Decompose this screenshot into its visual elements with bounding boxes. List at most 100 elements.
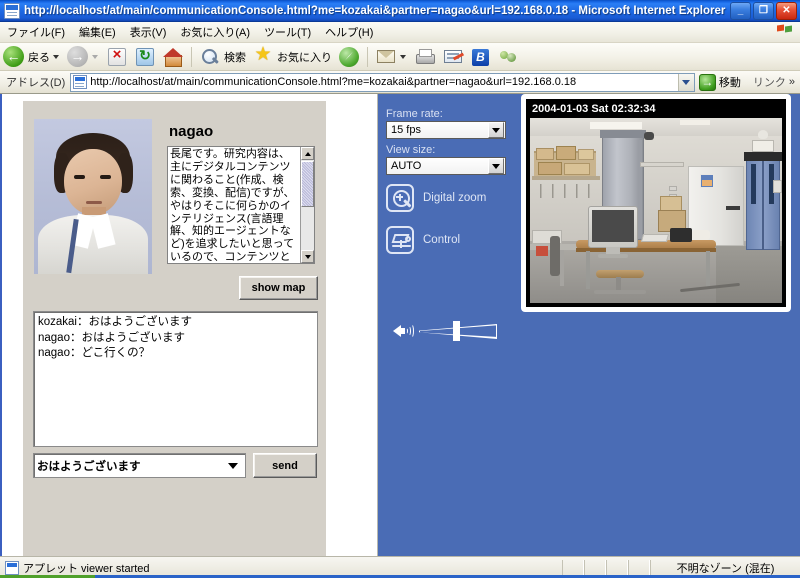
ie-page-icon [4,3,20,19]
message-compose-row: おはようございます send [33,453,318,478]
profile-section: nagao 長尾です。研究内容は、主にデジタルコンテンツに関わること(作成、検索… [34,119,318,279]
profile-bio-text: 長尾です。研究内容は、主にデジタルコンテンツに関わること(作成、検索、変換、配信… [170,148,300,264]
window-title: http://localhost/at/main/communicationCo… [24,5,730,17]
chevron-down-icon-forward[interactable] [92,55,98,59]
bio-scroll-up-button[interactable] [301,147,314,160]
links-label[interactable]: リンク [745,74,789,90]
page-content: nagao 長尾です。研究内容は、主にデジタルコンテンツに関わること(作成、検索… [0,94,800,556]
volume-slider-track[interactable] [419,323,497,339]
frame-rate-label: Frame rate: [386,108,443,120]
window-buttons: _ ❐ ✕ [730,2,797,20]
view-size-value: AUTO [391,160,488,172]
volume-slider-thumb[interactable] [453,321,460,341]
favorites-button[interactable]: お気に入り [249,45,335,69]
status-message: アプレット viewer started [23,560,562,576]
caret-down-icon [305,255,311,259]
restore-button[interactable]: ❐ [753,2,774,20]
menu-favorites[interactable]: お気に入り(A) [173,22,257,42]
caret-up-icon [305,152,311,156]
control-button[interactable]: Control [386,226,460,254]
messenger-people-icon [498,46,520,68]
home-button[interactable] [159,45,187,69]
digital-zoom-button[interactable]: Digital zoom [386,184,486,212]
status-cell-1 [562,560,584,576]
chevron-down-icon-address [682,80,690,85]
volume-control[interactable] [393,319,513,345]
favorites-label: お気に入り [277,49,332,65]
status-cell-3 [606,560,628,576]
menu-edit[interactable]: 編集(E) [72,22,123,42]
chat-log[interactable]: kozakai：おはようございます nagao：おはようございます nagao：… [33,311,318,447]
communication-applet-panel: nagao 長尾です。研究内容は、主にデジタルコンテンツに関わること(作成、検索… [22,100,326,556]
stop-icon [106,46,128,68]
bluetooth-icon [470,46,492,68]
toolbar-separator-2 [367,47,368,67]
view-size-label: View size: [386,144,435,156]
view-size-dropdown-button[interactable] [488,158,504,174]
go-button[interactable]: 移動 [695,74,745,91]
page-left-area: nagao 長尾です。研究内容は、主にデジタルコンテンツに関わること(作成、検索… [2,94,377,556]
menu-tools[interactable]: ツール(T) [257,22,318,42]
messenger-button[interactable] [495,45,523,69]
frame-rate-dropdown-button[interactable] [488,122,504,138]
status-cell-4 [628,560,650,576]
menu-file[interactable]: ファイル(F) [0,22,72,42]
message-select[interactable]: おはようございます [33,453,246,478]
chevron-down-icon-mail[interactable] [400,55,406,59]
back-label: 戻る [28,49,50,65]
bio-scrollbar[interactable] [300,147,314,263]
menu-view[interactable]: 表示(V) [123,22,174,42]
address-input[interactable]: http://localhost/at/main/communicationCo… [70,73,695,92]
address-dropdown-button[interactable] [678,74,694,91]
video-frame: 2004-01-03 Sat 02:32:34 [521,94,791,312]
status-cell-2 [584,560,606,576]
show-map-button[interactable]: show map [239,276,318,300]
camera-panel: Frame rate: 15 fps View size: AUTO Digit… [377,94,800,556]
edit-page-icon [442,46,464,68]
status-page-icon [5,561,19,575]
profile-details: nagao 長尾です。研究内容は、主にデジタルコンテンツに関わること(作成、検索… [167,119,318,279]
windows-flag-icon [776,24,794,40]
avatar [34,119,152,274]
bio-scroll-down-button[interactable] [301,250,314,263]
frame-rate-select[interactable]: 15 fps [386,121,506,139]
chevron-down-icon-framerate [492,128,500,133]
print-button[interactable] [411,45,439,69]
media-icon [338,46,360,68]
printer-icon [414,46,436,68]
minimize-button[interactable]: _ [730,2,751,20]
edit-button[interactable] [439,45,467,69]
search-label: 検索 [224,49,246,65]
home-icon [162,46,184,68]
chat-line: kozakai：おはようございます [38,315,313,331]
search-icon [199,46,221,68]
chevron-down-icon-viewsize [492,164,500,169]
search-button[interactable]: 検索 [196,45,249,69]
toolbar: ← 戻る → 検索 お気に入り [0,43,800,71]
stop-button[interactable] [103,45,131,69]
send-button[interactable]: send [253,453,317,478]
refresh-button[interactable] [131,45,159,69]
restore-icon: ❐ [759,6,768,16]
close-button[interactable]: ✕ [776,2,797,20]
video-scene-image [530,118,782,303]
page-icon [73,75,87,89]
toolbar-separator-1 [191,47,192,67]
security-zone[interactable]: 不明なゾーン (混在) [650,560,800,576]
bio-scroll-thumb[interactable] [301,161,314,207]
links-chevron-icon[interactable]: » [789,76,800,88]
forward-button[interactable]: → [64,45,103,69]
video-timestamp: 2004-01-03 Sat 02:32:34 [532,103,656,115]
chevron-down-icon[interactable] [53,55,59,59]
video-view[interactable]: 2004-01-03 Sat 02:32:34 [526,99,786,307]
address-label: アドレス(D) [0,74,70,90]
control-label: Control [423,234,460,246]
mail-icon [375,46,397,68]
view-size-select[interactable]: AUTO [386,157,506,175]
back-button[interactable]: ← 戻る [0,45,64,69]
media-button[interactable] [335,45,363,69]
bluetooth-button[interactable] [467,45,495,69]
mail-button[interactable] [372,45,411,69]
menu-help[interactable]: ヘルプ(H) [318,22,380,42]
profile-bio-textarea[interactable]: 長尾です。研究内容は、主にデジタルコンテンツに関わること(作成、検索、変換、配信… [167,146,315,264]
